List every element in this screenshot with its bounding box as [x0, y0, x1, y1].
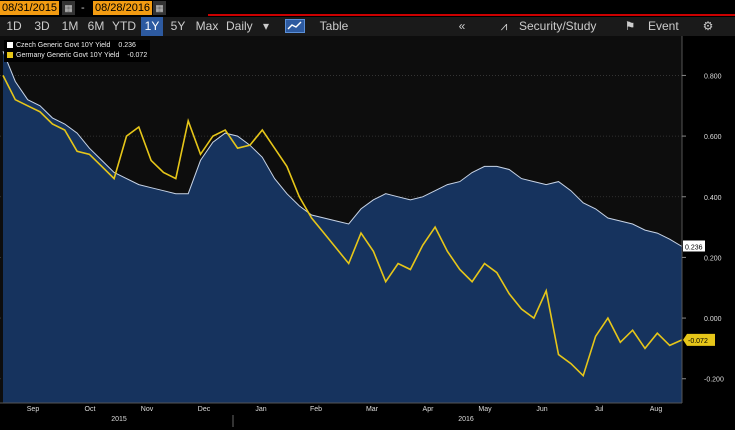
y-tick-label: 0.800 — [704, 73, 722, 80]
legend-swatch — [7, 52, 13, 59]
range-1d-button[interactable]: 1D — [2, 17, 26, 36]
x-tick-label: Dec — [198, 406, 211, 413]
y-tick-label: 0.400 — [704, 195, 722, 202]
germany-last-value: -0.072 — [688, 338, 708, 345]
range-3d-button[interactable]: 3D — [30, 17, 54, 36]
x-tick-label: Jul — [595, 406, 604, 413]
legend: Czech Generic Govt 10Y Yield 0.236 German… — [4, 40, 151, 62]
range-6m-button[interactable]: 6M — [84, 17, 108, 36]
x-tick-label: Jan — [255, 406, 266, 413]
interval-select[interactable]: Daily — [226, 17, 260, 36]
range-1y-button[interactable]: 1Y — [141, 17, 163, 36]
legend-swatch — [7, 42, 13, 49]
yield-chart: 0.800 0.600 0.400 0.200 0.000 -0.200 0.236 -0.0… — [0, 36, 724, 427]
year-label: 2015 — [111, 416, 127, 423]
x-tick-label: Nov — [141, 406, 154, 413]
chart-type-icon[interactable] — [283, 17, 307, 36]
y-tick-label: 0.200 — [704, 255, 722, 262]
year-label: 2016 — [458, 416, 474, 423]
legend-item-germany: Germany Generic Govt 10Y Yield -0.072 — [7, 51, 147, 61]
y-tick-label: -0.200 — [704, 377, 724, 384]
divider — [208, 14, 735, 16]
calendar-icon[interactable]: ▦ — [62, 1, 75, 15]
legend-label: Czech Generic Govt 10Y Yield — [16, 42, 111, 49]
gear-icon[interactable]: ⚙ — [700, 17, 716, 36]
y-tick-label: 0.000 — [704, 316, 722, 323]
czech-last-value: 0.236 — [685, 244, 703, 251]
x-tick-label: Apr — [423, 406, 435, 413]
date-range-row: 08/31/2015 ▦ - 08/28/2016 ▦ — [0, 0, 735, 16]
chevron-down-icon[interactable]: ▾ — [260, 17, 272, 36]
x-tick-label: Feb — [310, 406, 322, 413]
x-tick-label: May — [478, 406, 492, 413]
range-toolbar: 1D 3D 1M 6M YTD 1Y 5Y Max Daily ▾ Table … — [0, 17, 735, 36]
date-separator: - — [81, 2, 85, 14]
legend-label: Germany Generic Govt 10Y Yield — [16, 52, 120, 59]
end-date-field[interactable]: 08/28/2016 — [93, 1, 153, 15]
x-tick-label: Mar — [366, 406, 379, 413]
x-tick-label: Sep — [27, 406, 40, 413]
x-tick-label: Aug — [650, 406, 663, 413]
toolbar: 08/31/2015 ▦ - 08/28/2016 ▦ 1D 3D 1M 6M … — [0, 0, 735, 36]
range-5y-button[interactable]: 5Y — [167, 17, 189, 36]
range-1m-button[interactable]: 1M — [58, 17, 82, 36]
legend-item-czech: Czech Generic Govt 10Y Yield 0.236 — [7, 41, 147, 51]
collapse-icon[interactable]: « — [452, 17, 472, 36]
event-button[interactable]: Event — [648, 17, 688, 36]
x-tick-label: Jun — [536, 406, 547, 413]
legend-value: -0.072 — [127, 52, 148, 59]
legend-value: 0.236 — [118, 42, 136, 49]
y-tick-label: 0.600 — [704, 134, 722, 141]
range-ytd-button[interactable]: YTD — [111, 17, 137, 36]
table-button[interactable]: Table — [314, 17, 354, 36]
range-max-button[interactable]: Max — [193, 17, 221, 36]
flag-icon[interactable]: ⚑ — [622, 17, 638, 36]
x-tick-label: Oct — [85, 406, 96, 413]
security-study-button[interactable]: Security/Study — [519, 17, 609, 36]
start-date-field[interactable]: 08/31/2015 — [0, 1, 60, 15]
study-chart-icon[interactable]: ⩘ — [496, 17, 512, 36]
calendar-icon[interactable]: ▦ — [153, 1, 166, 15]
